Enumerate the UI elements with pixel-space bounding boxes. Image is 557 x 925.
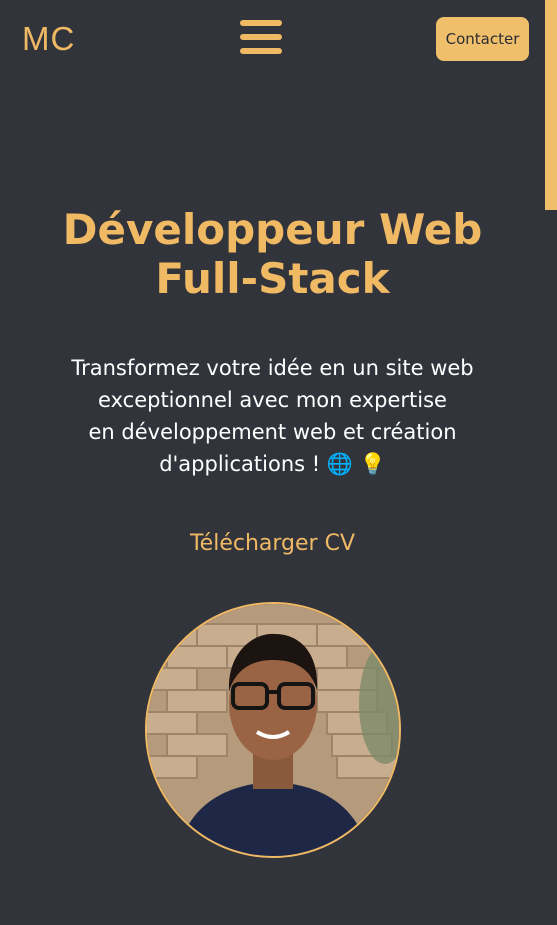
hero-subtitle: Transformez votre idée en un site web ex…: [50, 352, 495, 480]
menu-bar: [240, 20, 282, 26]
site-header: MC Contacter: [0, 0, 545, 80]
profile-photo-avatar: [145, 602, 401, 858]
menu-bar: [240, 34, 282, 40]
hero-title: Développeur Web Full-Stack: [0, 205, 545, 303]
scrollbar-track[interactable]: [545, 0, 557, 925]
hamburger-menu-icon[interactable]: [240, 18, 282, 56]
site-logo[interactable]: MC: [22, 20, 75, 58]
download-cv-link[interactable]: Télécharger CV: [0, 531, 545, 556]
hero-title-line-2: Full-Stack: [155, 254, 390, 303]
contact-button[interactable]: Contacter: [436, 17, 529, 61]
hero-subtitle-line-3: en développement web et création: [88, 420, 457, 444]
hero-subtitle-line-2: exceptionnel avec mon expertise: [98, 388, 447, 412]
hero-title-line-1: Développeur Web: [62, 205, 483, 254]
hero-subtitle-line-1: Transformez votre idée en un site web: [71, 356, 474, 380]
scrollbar-thumb[interactable]: [545, 0, 557, 210]
menu-bar: [240, 48, 282, 54]
profile-photo: [147, 604, 399, 856]
hero-subtitle-line-4: d'applications ! 🌐 💡: [159, 452, 386, 476]
